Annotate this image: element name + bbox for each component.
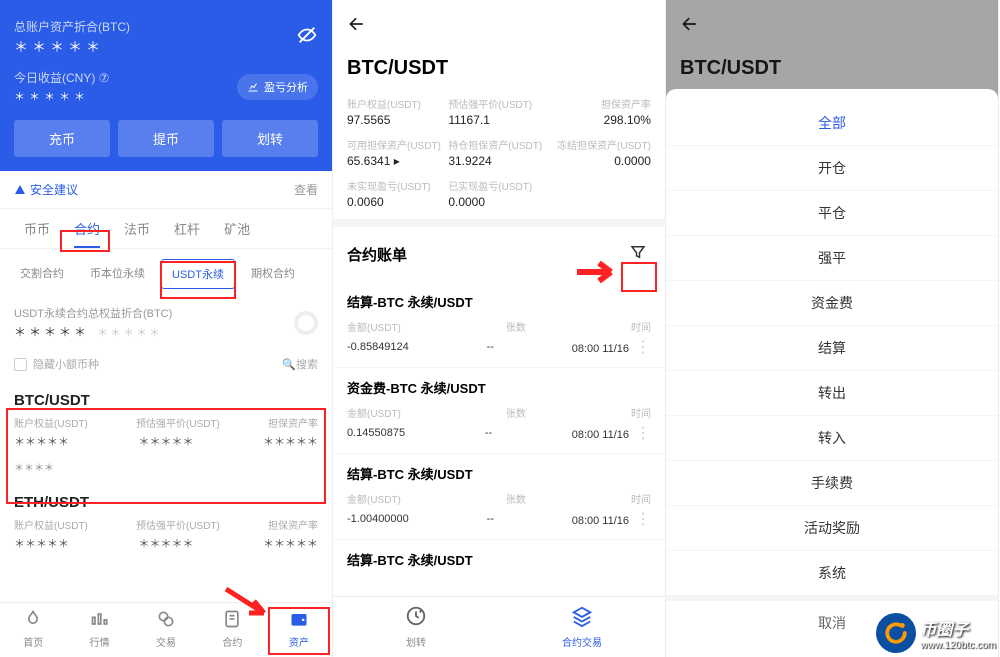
watermark-logo: 币圈子 www.120btc.com xyxy=(876,613,996,653)
allocation-donut-icon[interactable] xyxy=(294,311,318,335)
filter-option-out[interactable]: 转出 xyxy=(666,371,998,416)
filter-option-close[interactable]: 平仓 xyxy=(666,191,998,236)
tab-pool[interactable]: 矿池 xyxy=(212,209,262,248)
tab-futures[interactable]: 合约 xyxy=(62,209,112,248)
account-tabs: 币币 合约 法币 杠杆 矿池 xyxy=(0,209,332,249)
deposit-button[interactable]: 充币 xyxy=(14,120,110,157)
account-stats-grid: 账户权益(USDT)97.5565 预估强平价(USDT)11167.1 担保资… xyxy=(333,96,665,219)
nav-trade[interactable]: 交易 xyxy=(133,603,199,657)
filter-option-system[interactable]: 系统 xyxy=(666,551,998,595)
detail-bottom-nav: 划转 合约交易 xyxy=(333,596,665,657)
withdraw-button[interactable]: 提币 xyxy=(118,120,214,157)
bill-section-title: 合约账单 xyxy=(347,244,407,265)
today-pnl-value: ＊＊＊＊＊ xyxy=(14,88,109,104)
tab-fiat[interactable]: 法币 xyxy=(112,209,162,248)
arrow-left-icon xyxy=(347,14,367,34)
document-icon xyxy=(222,609,242,629)
subtab-options[interactable]: 期权合约 xyxy=(241,259,305,289)
hide-small-toggle[interactable]: 隐藏小额币种 xyxy=(14,356,99,372)
contract-subtabs: 交割合约 币本位永续 USDT永续 期权合约 xyxy=(0,249,332,299)
filter-button[interactable] xyxy=(625,241,651,268)
today-pnl-label: 今日收益(CNY) ⑦ xyxy=(14,69,109,86)
subtab-delivery[interactable]: 交割合约 xyxy=(10,259,74,289)
filter-option-settle[interactable]: 结算 xyxy=(666,326,998,371)
tab-margin[interactable]: 杠杆 xyxy=(162,209,212,248)
bill-item[interactable]: 结算-BTC 永续/USDT 金额(USDT)张数时间 -0.85849124-… xyxy=(333,282,665,368)
bill-item[interactable]: 结算-BTC 永续/USDT xyxy=(333,540,665,569)
filter-option-all[interactable]: 全部 xyxy=(666,101,998,146)
checkbox-icon xyxy=(14,358,27,371)
nav-assets[interactable]: 资产 xyxy=(266,603,332,657)
total-equity-row: USDT永续合约总权益折合(BTC) ＊＊＊＊＊ ＊＊＊＊＊ xyxy=(0,299,332,346)
security-banner[interactable]: 安全建议 查看 xyxy=(0,171,332,209)
filter-action-sheet: 全部 开仓 平仓 强平 资金费 结算 转出 转入 手续费 活动奖励 系统 取消 xyxy=(666,89,998,657)
nav-contract-trade[interactable]: 合约交易 xyxy=(499,597,665,657)
transfer-button[interactable]: 划转 xyxy=(222,120,318,157)
more-icon[interactable]: ⋮ xyxy=(629,511,651,528)
filter-option-in[interactable]: 转入 xyxy=(666,416,998,461)
tab-spot[interactable]: 币币 xyxy=(12,209,62,248)
subtab-coin-perp[interactable]: 币本位永续 xyxy=(80,259,155,289)
account-header: 总账户资产折合(BTC) ＊＊＊＊＊ 今日收益(CNY) ⑦ ＊＊＊＊＊ 盈亏分… xyxy=(0,0,332,171)
nav-transfer[interactable]: 划转 xyxy=(333,597,499,657)
layers-icon xyxy=(571,605,593,627)
visibility-toggle-icon[interactable] xyxy=(296,24,318,51)
filter-option-open[interactable]: 开仓 xyxy=(666,146,998,191)
warning-icon xyxy=(14,184,26,196)
screen-filter-sheet: BTC/USDT 账户权益(USDT) 预估强平价(USDT) 担保资产率 全部… xyxy=(666,0,999,657)
wallet-icon xyxy=(289,609,309,629)
logo-icon xyxy=(876,613,916,653)
flame-icon xyxy=(23,609,43,629)
bottom-nav: 首页 行情 交易 合约 资产 xyxy=(0,602,332,657)
nav-market[interactable]: 行情 xyxy=(66,603,132,657)
search-link[interactable]: 🔍搜索 xyxy=(282,356,318,372)
filter-icon xyxy=(629,243,647,261)
bill-item[interactable]: 结算-BTC 永续/USDT 金额(USDT)张数时间 -1.00400000-… xyxy=(333,454,665,540)
filter-option-liquidation[interactable]: 强平 xyxy=(666,236,998,281)
back-button[interactable] xyxy=(333,0,665,53)
pnl-analysis-button[interactable]: 盈亏分析 xyxy=(237,74,318,100)
exchange-icon xyxy=(156,609,176,629)
filter-option-funding[interactable]: 资金费 xyxy=(666,281,998,326)
nav-contract[interactable]: 合约 xyxy=(199,603,265,657)
transfer-icon xyxy=(405,605,427,627)
screen-assets: 总账户资产折合(BTC) ＊＊＊＊＊ 今日收益(CNY) ⑦ ＊＊＊＊＊ 盈亏分… xyxy=(0,0,333,657)
subtab-usdt-perp[interactable]: USDT永续 xyxy=(161,259,235,289)
more-icon[interactable]: ⋮ xyxy=(629,339,651,356)
more-icon[interactable]: ⋮ xyxy=(629,425,651,442)
nav-home[interactable]: 首页 xyxy=(0,603,66,657)
total-asset-value: ＊＊＊＊＊ xyxy=(14,37,130,57)
filter-option-reward[interactable]: 活动奖励 xyxy=(666,506,998,551)
total-asset-label: 总账户资产折合(BTC) xyxy=(14,18,130,35)
separator xyxy=(333,219,665,227)
asset-card-eth[interactable]: ETH/USDT 账户权益(USDT)预估强平价(USDT)担保资产率 ＊＊＊＊… xyxy=(0,484,332,561)
pair-title: BTC/USDT xyxy=(333,53,665,96)
chart-icon xyxy=(90,609,110,629)
screen-detail: BTC/USDT 账户权益(USDT)97.5565 预估强平价(USDT)11… xyxy=(333,0,666,657)
asset-card-btc[interactable]: BTC/USDT 账户权益(USDT)预估强平价(USDT)担保资产率 ＊＊＊＊… xyxy=(0,382,332,484)
chart-icon xyxy=(247,81,259,93)
filter-option-fee[interactable]: 手续费 xyxy=(666,461,998,506)
bill-item[interactable]: 资金费-BTC 永续/USDT 金额(USDT)张数时间 0.14550875-… xyxy=(333,368,665,454)
